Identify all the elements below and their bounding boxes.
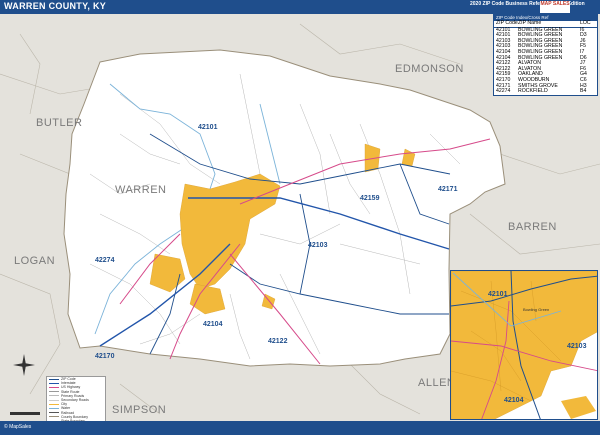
legend-swatch bbox=[49, 378, 59, 380]
legend-swatch bbox=[49, 395, 59, 397]
legend-swatch bbox=[49, 412, 59, 414]
county-label-simpson: SIMPSON bbox=[112, 404, 167, 416]
zip-table-row: 42274 ROCKFIELD B4 bbox=[496, 88, 587, 95]
bowling-green-inset-map[interactable]: 42101 42103 42104 Bowling Green bbox=[450, 270, 598, 420]
legend-swatch bbox=[49, 382, 59, 384]
zip-label-42104: 42104 bbox=[203, 321, 223, 328]
footer-bar: © MapSales bbox=[0, 421, 600, 435]
inset-zip-label-42103: 42103 bbox=[567, 343, 587, 350]
zip-label-42122: 42122 bbox=[268, 338, 288, 345]
compass-rose-icon bbox=[13, 354, 35, 376]
zip-label-42103: 42103 bbox=[308, 242, 328, 249]
county-label-barren: BARREN bbox=[508, 221, 557, 233]
scale-bar bbox=[10, 412, 40, 415]
inset-city-label: Bowling Green bbox=[523, 307, 550, 312]
zip-label-42274: 42274 bbox=[95, 257, 115, 264]
zip-label-42101: 42101 bbox=[198, 124, 218, 131]
legend-swatch bbox=[49, 416, 59, 418]
legend-swatch bbox=[49, 408, 59, 410]
title-bar: WARREN COUNTY, KY 2020 ZIP Code Business… bbox=[0, 0, 600, 14]
zip-label-42171: 42171 bbox=[438, 186, 458, 193]
county-label-edmonson: EDMONSON bbox=[395, 63, 464, 75]
copyright-text: © MapSales bbox=[4, 424, 32, 430]
publisher-logo: MAP SALES bbox=[540, 1, 570, 13]
zip-code-index-table: ZIP Code Index/Cross Ref ZIP Code ZIP Na… bbox=[493, 14, 598, 96]
zip-label-42159: 42159 bbox=[360, 195, 380, 202]
inset-zip-label-42101: 42101 bbox=[488, 291, 508, 298]
inset-zip-label-42104: 42104 bbox=[504, 397, 524, 404]
legend-swatch bbox=[49, 387, 59, 388]
map-title: WARREN COUNTY, KY bbox=[4, 1, 107, 11]
legend-swatch bbox=[49, 403, 59, 405]
county-label-logan: LOGAN bbox=[14, 255, 56, 267]
legend-swatch bbox=[49, 399, 59, 401]
county-label-warren: WARREN bbox=[115, 184, 167, 196]
map-legend: ZIP Code Interstate US Highway State Route P… bbox=[46, 376, 106, 427]
legend-swatch bbox=[49, 391, 59, 393]
zip-label-42170: 42170 bbox=[95, 353, 115, 360]
county-label-butler: BUTLER bbox=[36, 117, 83, 129]
